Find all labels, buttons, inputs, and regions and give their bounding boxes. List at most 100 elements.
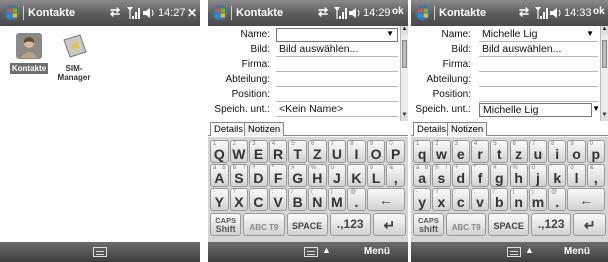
scroll-down-icon[interactable]: ▼: [401, 112, 408, 121]
tab-notes[interactable]: Notizen: [244, 122, 285, 136]
key-v[interactable]: ; v: [470, 188, 490, 211]
signal-icon[interactable]: [333, 5, 347, 21]
enter-key[interactable]: ↵: [573, 213, 606, 236]
tab-details[interactable]: Details: [210, 122, 248, 136]
key-t[interactable]: 5t: [490, 140, 509, 163]
key-n[interactable]: (n: [509, 188, 528, 211]
caps-shift-key[interactable]: CAPS Shift: [210, 213, 242, 236]
key-.[interactable]: @.: [347, 188, 366, 211]
key-w[interactable]: 2w: [432, 140, 451, 163]
key-k[interactable]: ' K: [347, 164, 366, 187]
volume-icon[interactable]: [549, 5, 563, 21]
key-q[interactable]: 1q: [413, 140, 432, 163]
company-field[interactable]: [276, 58, 398, 72]
key-u[interactable]: 7u: [528, 140, 548, 163]
key-z[interactable]: 6z: [509, 140, 528, 163]
key-w[interactable]: 2W: [229, 140, 249, 163]
department-field[interactable]: [479, 73, 598, 87]
connectivity-icon[interactable]: ⇄: [110, 5, 124, 21]
connectivity-icon[interactable]: ⇄: [318, 5, 332, 21]
key-c[interactable]: :c: [451, 188, 470, 211]
name-field[interactable]: Michelle Lig: [479, 28, 598, 42]
form-scrollbar[interactable]: ▲ ▼: [400, 26, 408, 121]
name-dropdown-icon[interactable]: ▼: [586, 29, 594, 38]
key-i[interactable]: 8I: [347, 140, 366, 163]
key-j[interactable]: üJ: [327, 164, 347, 187]
abc-t9-key[interactable]: ABC T9: [243, 213, 285, 236]
clock-text[interactable]: 14:29: [363, 7, 391, 19]
signal-icon[interactable]: [534, 5, 548, 21]
caps-shift-key[interactable]: CAPS shift: [413, 213, 444, 236]
abc-t9-key[interactable]: ABC T9: [445, 213, 487, 236]
key-m[interactable]: ) m: [528, 188, 548, 211]
backspace-key[interactable]: ←: [366, 188, 405, 211]
key-y[interactable]: -y: [413, 188, 432, 211]
key-d[interactable]: + d: [451, 164, 470, 187]
key-x[interactable]: ? X: [229, 188, 249, 211]
clock-text[interactable]: 14:27: [158, 7, 186, 19]
picture-field[interactable]: Bild auswählen...: [479, 43, 598, 57]
key-e[interactable]: 3E: [249, 140, 268, 163]
key-l[interactable]: öl: [567, 164, 586, 187]
ok-button[interactable]: ok: [392, 6, 404, 17]
key-n[interactable]: (N: [308, 188, 327, 211]
start-menu-icon[interactable]: [212, 5, 228, 21]
key-c[interactable]: :C: [249, 188, 268, 211]
key-o[interactable]: 9o: [567, 140, 586, 163]
key-h[interactable]: % H: [308, 164, 327, 187]
clock-text[interactable]: 14:33: [564, 7, 592, 19]
name-field[interactable]: [276, 28, 398, 42]
backspace-key[interactable]: ←: [567, 188, 605, 211]
key-d[interactable]: + D: [249, 164, 268, 187]
scroll-thumb[interactable]: [602, 40, 607, 68]
key-b[interactable]: / b: [490, 188, 509, 211]
key-t[interactable]: 5T: [288, 140, 307, 163]
keyboard-icon[interactable]: [304, 247, 318, 257]
key-o[interactable]: 9O: [366, 140, 386, 163]
input-method-arrow-icon[interactable]: ▲: [525, 245, 534, 255]
key-k[interactable]: ' k: [548, 164, 567, 187]
save-as-field[interactable]: Michelle Lig: [479, 103, 592, 117]
sim-manager-shortcut[interactable]: SIM- Manager: [50, 32, 98, 82]
keyboard-icon[interactable]: [507, 247, 521, 257]
key-,[interactable]: &,: [586, 164, 605, 187]
close-button[interactable]: ✕: [187, 6, 197, 20]
key-a[interactable]: ä8a: [413, 164, 432, 187]
key-a[interactable]: ä8A: [210, 164, 229, 187]
scroll-up-icon[interactable]: ▲: [401, 26, 408, 35]
key-u[interactable]: 7U: [327, 140, 347, 163]
key-l[interactable]: öL: [366, 164, 386, 187]
key-e[interactable]: 3e: [451, 140, 470, 163]
key-g[interactable]: # g: [490, 164, 509, 187]
key-f[interactable]: * f: [470, 164, 490, 187]
key-b[interactable]: / B: [288, 188, 307, 211]
start-menu-icon[interactable]: [415, 5, 431, 21]
space-key[interactable]: SPACE: [488, 213, 529, 236]
company-field[interactable]: [479, 58, 598, 72]
position-field[interactable]: [276, 88, 398, 102]
key-h[interactable]: % h: [509, 164, 528, 187]
key-y[interactable]: -Y: [210, 188, 229, 211]
name-dropdown-icon[interactable]: ▼: [386, 29, 394, 38]
connectivity-icon[interactable]: ⇄: [519, 5, 533, 21]
start-menu-icon[interactable]: [4, 5, 20, 21]
key-p[interactable]: 0p: [586, 140, 605, 163]
keyboard-icon[interactable]: [93, 247, 107, 257]
key-r[interactable]: 4R: [268, 140, 288, 163]
menu-softkey[interactable]: Menü: [564, 246, 590, 257]
picture-field[interactable]: Bild auswählen...: [276, 43, 398, 57]
key-g[interactable]: # G: [288, 164, 307, 187]
space-key[interactable]: SPACE: [286, 213, 328, 236]
key-,[interactable]: &,: [386, 164, 405, 187]
key-i[interactable]: 8i: [548, 140, 567, 163]
save-as-field[interactable]: <Kein Name>: [276, 103, 398, 117]
input-method-arrow-icon[interactable]: ▲: [322, 245, 331, 255]
key-r[interactable]: 4r: [470, 140, 490, 163]
menu-softkey[interactable]: Menü: [364, 246, 390, 257]
tab-details[interactable]: Details: [413, 122, 451, 136]
key-j[interactable]: üj: [528, 164, 548, 187]
key-m[interactable]: ) M: [327, 188, 347, 211]
scroll-down-icon[interactable]: ▼: [601, 112, 608, 121]
tab-notes[interactable]: Notizen: [447, 122, 488, 136]
key-p[interactable]: 0P: [386, 140, 405, 163]
